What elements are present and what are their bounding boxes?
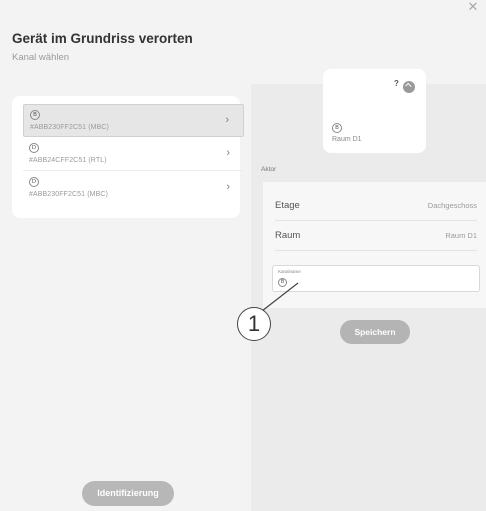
channel-name-label: Kanalname [278, 269, 301, 274]
device-preview-card: ? B Raum D1 [323, 69, 426, 153]
channel-type-badge: D [29, 177, 39, 187]
close-icon[interactable]: ✕ [466, 0, 480, 14]
preview-room-label: Raum D1 [332, 136, 362, 143]
aktor-form: Etage Dachgeschoss Raum Raum D1 Kanalnam… [263, 182, 486, 308]
channel-type-badge: B [278, 278, 287, 287]
channel-name-input[interactable]: Kanalname B [272, 265, 480, 292]
dialog-title: Gerät im Grundriss verorten [12, 31, 193, 46]
chevron-right-icon: › [225, 114, 229, 126]
check-circle-icon [403, 81, 415, 93]
channel-list: B #ABB230FF2C51 (MBC) › D #ABB24CFF2C51 … [12, 96, 244, 218]
identify-button[interactable]: Identifizierung [82, 481, 174, 506]
unplaced-indicator: ? [394, 79, 399, 88]
device-type-badge: B [332, 123, 342, 133]
room-label: Raum [275, 230, 301, 241]
channel-list-item[interactable]: D #ABB230FF2C51 (MBC) › [23, 172, 244, 205]
channel-list-item[interactable]: B #ABB230FF2C51 (MBC) › [23, 104, 244, 137]
room-value: Raum D1 [445, 231, 477, 240]
aktor-section-label: Aktor [261, 166, 277, 173]
callout-marker: 1 [237, 307, 271, 341]
floor-value: Dachgeschoss [427, 201, 477, 210]
channel-list-item[interactable]: D #ABB24CFF2C51 (RTL) › [23, 138, 244, 171]
dialog-subtitle: Kanal wählen [12, 52, 70, 63]
channel-id-label: #ABB230FF2C51 (MBC) [29, 191, 108, 198]
floor-field[interactable]: Etage Dachgeschoss [275, 190, 477, 221]
locate-device-dialog: ✕ Gerät im Grundriss verorten Kanal wähl… [0, 0, 486, 511]
channel-id-label: #ABB24CFF2C51 (RTL) [29, 157, 107, 164]
floor-label: Etage [275, 200, 300, 211]
room-field[interactable]: Raum Raum D1 [275, 220, 477, 251]
chevron-right-icon: › [226, 181, 230, 193]
chevron-right-icon: › [226, 147, 230, 159]
channel-type-badge: D [29, 143, 39, 153]
channel-type-badge: B [30, 110, 40, 120]
save-button[interactable]: Speichern [340, 320, 410, 344]
channel-id-label: #ABB230FF2C51 (MBC) [30, 124, 109, 131]
